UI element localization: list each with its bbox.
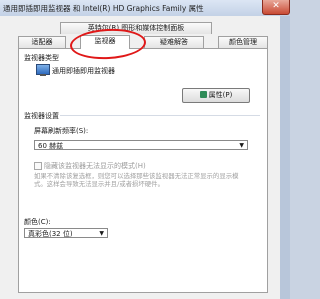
color-depth-select[interactable]: 真彩色(32 位) ▼: [24, 228, 108, 238]
chevron-down-icon: ▼: [239, 142, 244, 149]
title-bar: 通用即插即用监视器 和 Intel(R) HD Graphics Family …: [0, 0, 290, 17]
shield-icon: [199, 91, 207, 98]
tab-monitor-label: 监视器: [94, 37, 116, 45]
hide-modes-checkbox[interactable]: [34, 162, 42, 170]
hide-modes-label: 隐藏该监视器无法显示的模式(H): [44, 162, 146, 170]
properties-button[interactable]: 属性(P): [182, 88, 250, 103]
close-button[interactable]: ✕: [262, 0, 290, 15]
refresh-rate-label: 屏幕刷新频率(S):: [34, 127, 89, 135]
hide-modes-description: 如果不清除该复选框，则您可以选择那些该监视器无法正常显示的显示模式。这样会导致无…: [34, 172, 239, 188]
group-divider: [60, 115, 260, 116]
refresh-rate-select[interactable]: 60 赫兹 ▼: [34, 140, 248, 150]
monitor-settings-group-label: 监视器设置: [24, 112, 59, 120]
color-label: 颜色(C):: [24, 218, 51, 226]
tab-troubleshoot-label: 疑难解答: [160, 38, 188, 46]
tab-adapter[interactable]: 适配器: [18, 36, 66, 48]
color-depth-value: 真彩色(32 位): [28, 230, 73, 238]
window-edge: [280, 16, 290, 299]
tab-monitor[interactable]: 监视器: [80, 35, 130, 49]
tab-intel-graphics[interactable]: 英特尔(R) 图形和媒体控制面板: [60, 22, 212, 34]
properties-button-label: 属性(P): [208, 91, 233, 99]
monitor-name: 通用即插即用监视器: [52, 67, 115, 75]
chevron-down-icon: ▼: [99, 230, 104, 237]
tab-troubleshoot[interactable]: 疑难解答: [144, 36, 204, 48]
close-icon: ✕: [272, 1, 280, 11]
tab-adapter-label: 适配器: [31, 38, 53, 46]
tab-color-management[interactable]: 颜色管理: [218, 36, 268, 48]
window-title: 通用即插即用监视器 和 Intel(R) HD Graphics Family …: [3, 4, 204, 13]
tab-color-management-label: 颜色管理: [229, 38, 257, 46]
refresh-rate-value: 60 赫兹: [38, 142, 64, 150]
monitor-type-group-label: 监视器类型: [24, 54, 59, 62]
tab-intel-graphics-label: 英特尔(R) 图形和媒体控制面板: [87, 24, 185, 32]
monitor-icon: [36, 64, 50, 76]
